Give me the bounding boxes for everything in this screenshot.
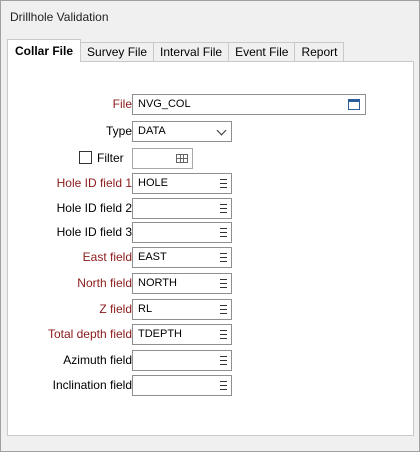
filter-editor-icon[interactable] xyxy=(176,154,188,163)
hole-id-field-1-value: HOLE xyxy=(138,177,168,189)
list-icon[interactable] xyxy=(220,228,227,237)
total-depth-field-value: TDEPTH xyxy=(138,328,182,340)
list-icon[interactable] xyxy=(220,381,227,390)
list-icon[interactable] xyxy=(220,279,227,288)
hole-id-field-2-label: Hole ID field 2 xyxy=(56,201,132,215)
field-row: Hole ID field 3 xyxy=(8,222,413,243)
total-depth-field-input[interactable]: TDEPTH xyxy=(132,324,232,345)
file-row: File NVG_COL xyxy=(8,94,413,115)
z-field-value: RL xyxy=(138,303,153,315)
field-row: Azimuth field xyxy=(8,350,413,371)
type-row: Type DATA xyxy=(8,121,413,142)
filter-label: Filter xyxy=(97,151,124,165)
tab-report[interactable]: Report xyxy=(294,42,345,62)
z-field-input[interactable]: RL xyxy=(132,299,232,320)
file-browse-icon[interactable] xyxy=(348,99,360,110)
inclination-field-label: Inclination field xyxy=(52,378,132,392)
list-icon[interactable] xyxy=(220,330,227,339)
hole-id-field-1-label: Hole ID field 1 xyxy=(56,176,132,190)
hole-id-field-1-input[interactable]: HOLE xyxy=(132,173,232,194)
hole-id-field-3-input[interactable] xyxy=(132,222,232,243)
file-input[interactable]: NVG_COL xyxy=(132,94,366,115)
north-field-label: North field xyxy=(77,276,132,290)
filter-row: Filter xyxy=(8,148,413,169)
field-row: Z field RL xyxy=(8,299,413,320)
north-field-value: NORTH xyxy=(138,277,177,289)
list-icon[interactable] xyxy=(220,179,227,188)
azimuth-field-input[interactable] xyxy=(132,350,232,371)
field-row: East field EAST xyxy=(8,247,413,268)
azimuth-field-label: Azimuth field xyxy=(63,353,132,367)
east-field-label: East field xyxy=(82,250,132,264)
file-value: NVG_COL xyxy=(138,98,191,110)
hole-id-field-2-input[interactable] xyxy=(132,198,232,219)
type-select[interactable]: DATA xyxy=(132,121,232,142)
z-field-label: Z field xyxy=(99,302,132,316)
field-row: North field NORTH xyxy=(8,273,413,294)
list-icon[interactable] xyxy=(220,204,227,213)
list-icon[interactable] xyxy=(220,253,227,262)
chevron-down-icon xyxy=(216,125,227,136)
tab-survey-file[interactable]: Survey File xyxy=(80,42,155,62)
north-field-input[interactable]: NORTH xyxy=(132,273,232,294)
field-row: Hole ID field 2 xyxy=(8,198,413,219)
type-label: Type xyxy=(105,124,132,138)
field-row: Hole ID field 1 HOLE xyxy=(8,173,413,194)
tab-interval-file[interactable]: Interval File xyxy=(153,42,230,62)
east-field-input[interactable]: EAST xyxy=(132,247,232,268)
file-label: File xyxy=(112,97,132,111)
filter-input[interactable] xyxy=(132,148,193,169)
window-title: Drillhole Validation xyxy=(10,10,109,24)
inclination-field-input[interactable] xyxy=(132,375,232,396)
list-icon[interactable] xyxy=(220,305,227,314)
drillhole-validation-window: Drillhole Validation Collar File Survey … xyxy=(0,0,420,452)
type-value: DATA xyxy=(138,125,166,137)
hole-id-field-3-label: Hole ID field 3 xyxy=(56,225,132,239)
tab-collar-file[interactable]: Collar File xyxy=(7,39,82,62)
filter-checkbox[interactable] xyxy=(79,151,92,164)
east-field-value: EAST xyxy=(138,251,167,263)
field-row: Total depth field TDEPTH xyxy=(8,324,413,345)
tab-event-file[interactable]: Event File xyxy=(228,42,296,62)
list-icon[interactable] xyxy=(220,356,227,365)
total-depth-field-label: Total depth field xyxy=(47,327,132,341)
tab-bar: Collar File Survey File Interval File Ev… xyxy=(7,39,345,62)
collar-file-panel: File NVG_COL Type DATA Filter Hole ID fi… xyxy=(7,61,414,436)
field-row: Inclination field xyxy=(8,375,413,396)
